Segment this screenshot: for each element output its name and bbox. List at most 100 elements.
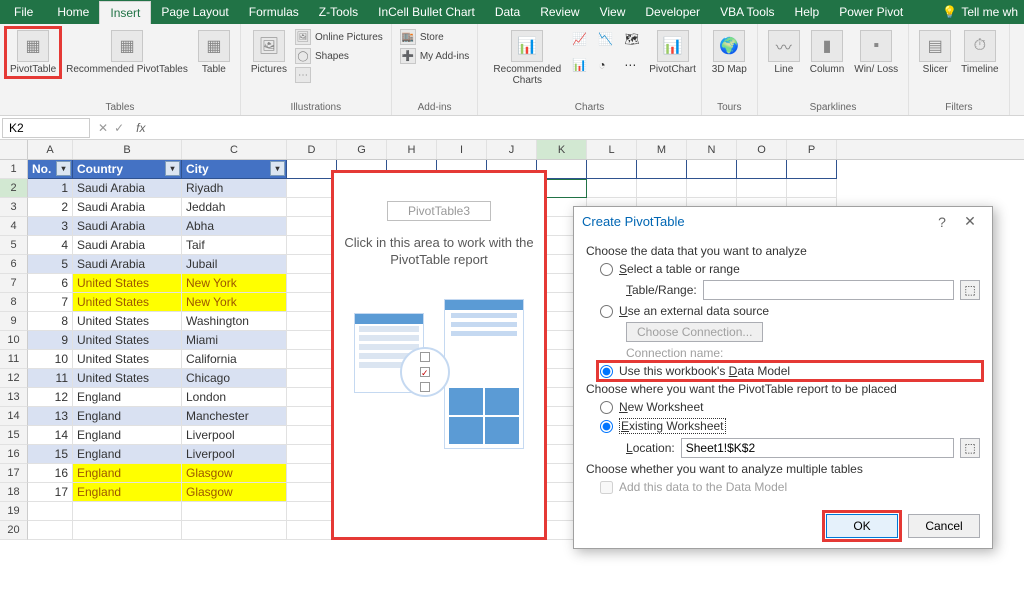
tab-ztools[interactable]: Z-Tools	[309, 1, 368, 23]
row-header-9[interactable]: 9	[0, 312, 28, 331]
cell[interactable]: 5	[28, 255, 73, 274]
name-box[interactable]	[2, 118, 90, 138]
fx-icon[interactable]: fx	[130, 121, 151, 135]
cell[interactable]: 2	[28, 198, 73, 217]
col-header-J[interactable]: J	[487, 140, 537, 159]
chart-type-icon[interactable]: 🗺	[624, 32, 646, 54]
cell[interactable]	[287, 445, 337, 464]
table-range-input[interactable]	[703, 280, 954, 300]
cell[interactable]: Washington	[182, 312, 287, 331]
cell[interactable]	[287, 293, 337, 312]
shapes-button[interactable]: ◯Shapes	[293, 47, 385, 65]
cell[interactable]	[287, 255, 337, 274]
row-header-6[interactable]: 6	[0, 255, 28, 274]
cell[interactable]: United States	[73, 369, 182, 388]
cancel-formula-icon[interactable]: ✕	[98, 121, 108, 135]
cell[interactable]	[287, 312, 337, 331]
pivottable-placeholder[interactable]: PivotTable3 Click in this area to work w…	[331, 170, 547, 540]
opt-existing-worksheet[interactable]: Existing Worksheet	[600, 418, 980, 434]
radio-new-worksheet[interactable]	[600, 401, 613, 414]
cell[interactable]	[287, 236, 337, 255]
table-button[interactable]: ▦Table	[194, 28, 234, 77]
row-header-1[interactable]: 1	[0, 160, 28, 179]
cell[interactable]: England	[73, 426, 182, 445]
close-button[interactable]: ✕	[956, 213, 984, 230]
cell[interactable]	[287, 179, 337, 198]
row-header-19[interactable]: 19	[0, 502, 28, 521]
row-header-4[interactable]: 4	[0, 217, 28, 236]
cell[interactable]	[587, 160, 637, 179]
chart-type-icon[interactable]: ⋯	[624, 58, 646, 80]
cell[interactable]: 13	[28, 407, 73, 426]
col-header-O[interactable]: O	[737, 140, 787, 159]
cell[interactable]	[287, 350, 337, 369]
filter-dropdown[interactable]: ▾	[56, 161, 71, 176]
tab-data[interactable]: Data	[485, 1, 530, 23]
cell[interactable]: Miami	[182, 331, 287, 350]
cell[interactable]	[737, 179, 787, 198]
cell[interactable]	[287, 426, 337, 445]
3dmap-button[interactable]: 🌍3D Map	[708, 28, 751, 77]
tab-developer[interactable]: Developer	[635, 1, 710, 23]
cell[interactable]: Manchester	[182, 407, 287, 426]
cell[interactable]: 16	[28, 464, 73, 483]
cell[interactable]: 15	[28, 445, 73, 464]
col-header-C[interactable]: C	[182, 140, 287, 159]
col-header-B[interactable]: B	[73, 140, 182, 159]
cell[interactable]: 6	[28, 274, 73, 293]
cell[interactable]	[28, 502, 73, 521]
cell[interactable]	[287, 160, 337, 179]
cell[interactable]	[287, 217, 337, 236]
cell[interactable]: Saudi Arabia	[73, 217, 182, 236]
cell[interactable]: Saudi Arabia	[73, 236, 182, 255]
filter-dropdown[interactable]: ▾	[270, 161, 285, 176]
ok-button[interactable]: OK	[826, 514, 898, 538]
radio-select-range[interactable]	[600, 263, 613, 276]
formula-input[interactable]	[151, 119, 1024, 137]
rec-charts-button[interactable]: 📊Recommended Charts	[484, 28, 570, 88]
radio-external[interactable]	[600, 305, 613, 318]
sparkline-line-button[interactable]: 〰Line	[764, 28, 804, 77]
cell[interactable]: Chicago	[182, 369, 287, 388]
cell[interactable]: Saudi Arabia	[73, 179, 182, 198]
row-header-17[interactable]: 17	[0, 464, 28, 483]
tab-view[interactable]: View	[590, 1, 636, 23]
cell[interactable]: Jubail	[182, 255, 287, 274]
pivottable-button[interactable]: ▦PivotTable	[6, 28, 60, 77]
tell-me[interactable]: 💡Tell me wh	[936, 1, 1024, 23]
enter-formula-icon[interactable]: ✓	[114, 121, 124, 135]
cell[interactable]: England	[73, 407, 182, 426]
table-header-cell[interactable]: No.▾	[28, 160, 73, 179]
row-header-7[interactable]: 7	[0, 274, 28, 293]
myaddins-button[interactable]: ➕My Add-ins	[398, 47, 471, 65]
row-header-2[interactable]: 2	[0, 179, 28, 198]
cell[interactable]: California	[182, 350, 287, 369]
col-header-N[interactable]: N	[687, 140, 737, 159]
cell[interactable]: 11	[28, 369, 73, 388]
recommended-pivottables-button[interactable]: ▦Recommended PivotTables	[62, 28, 192, 77]
cell[interactable]	[637, 160, 687, 179]
col-header-A[interactable]: A	[28, 140, 73, 159]
cancel-button[interactable]: Cancel	[908, 514, 980, 538]
opt-external[interactable]: Use an external data source	[600, 304, 980, 318]
row-header-20[interactable]: 20	[0, 521, 28, 540]
location-input[interactable]	[681, 438, 954, 458]
select-all-corner[interactable]	[0, 140, 28, 159]
col-header-L[interactable]: L	[587, 140, 637, 159]
row-header-18[interactable]: 18	[0, 483, 28, 502]
cell[interactable]	[73, 502, 182, 521]
cell[interactable]	[587, 179, 637, 198]
col-header-G[interactable]: G	[337, 140, 387, 159]
cell[interactable]: England	[73, 483, 182, 502]
row-header-13[interactable]: 13	[0, 388, 28, 407]
location-picker-button[interactable]: ⬚	[960, 438, 980, 458]
col-header-I[interactable]: I	[437, 140, 487, 159]
cell[interactable]: 14	[28, 426, 73, 445]
cell[interactable]: United States	[73, 312, 182, 331]
col-header-D[interactable]: D	[287, 140, 337, 159]
tab-help[interactable]: Help	[785, 1, 830, 23]
cell[interactable]: Liverpool	[182, 426, 287, 445]
cell[interactable]	[687, 160, 737, 179]
cell[interactable]: England	[73, 445, 182, 464]
row-header-16[interactable]: 16	[0, 445, 28, 464]
